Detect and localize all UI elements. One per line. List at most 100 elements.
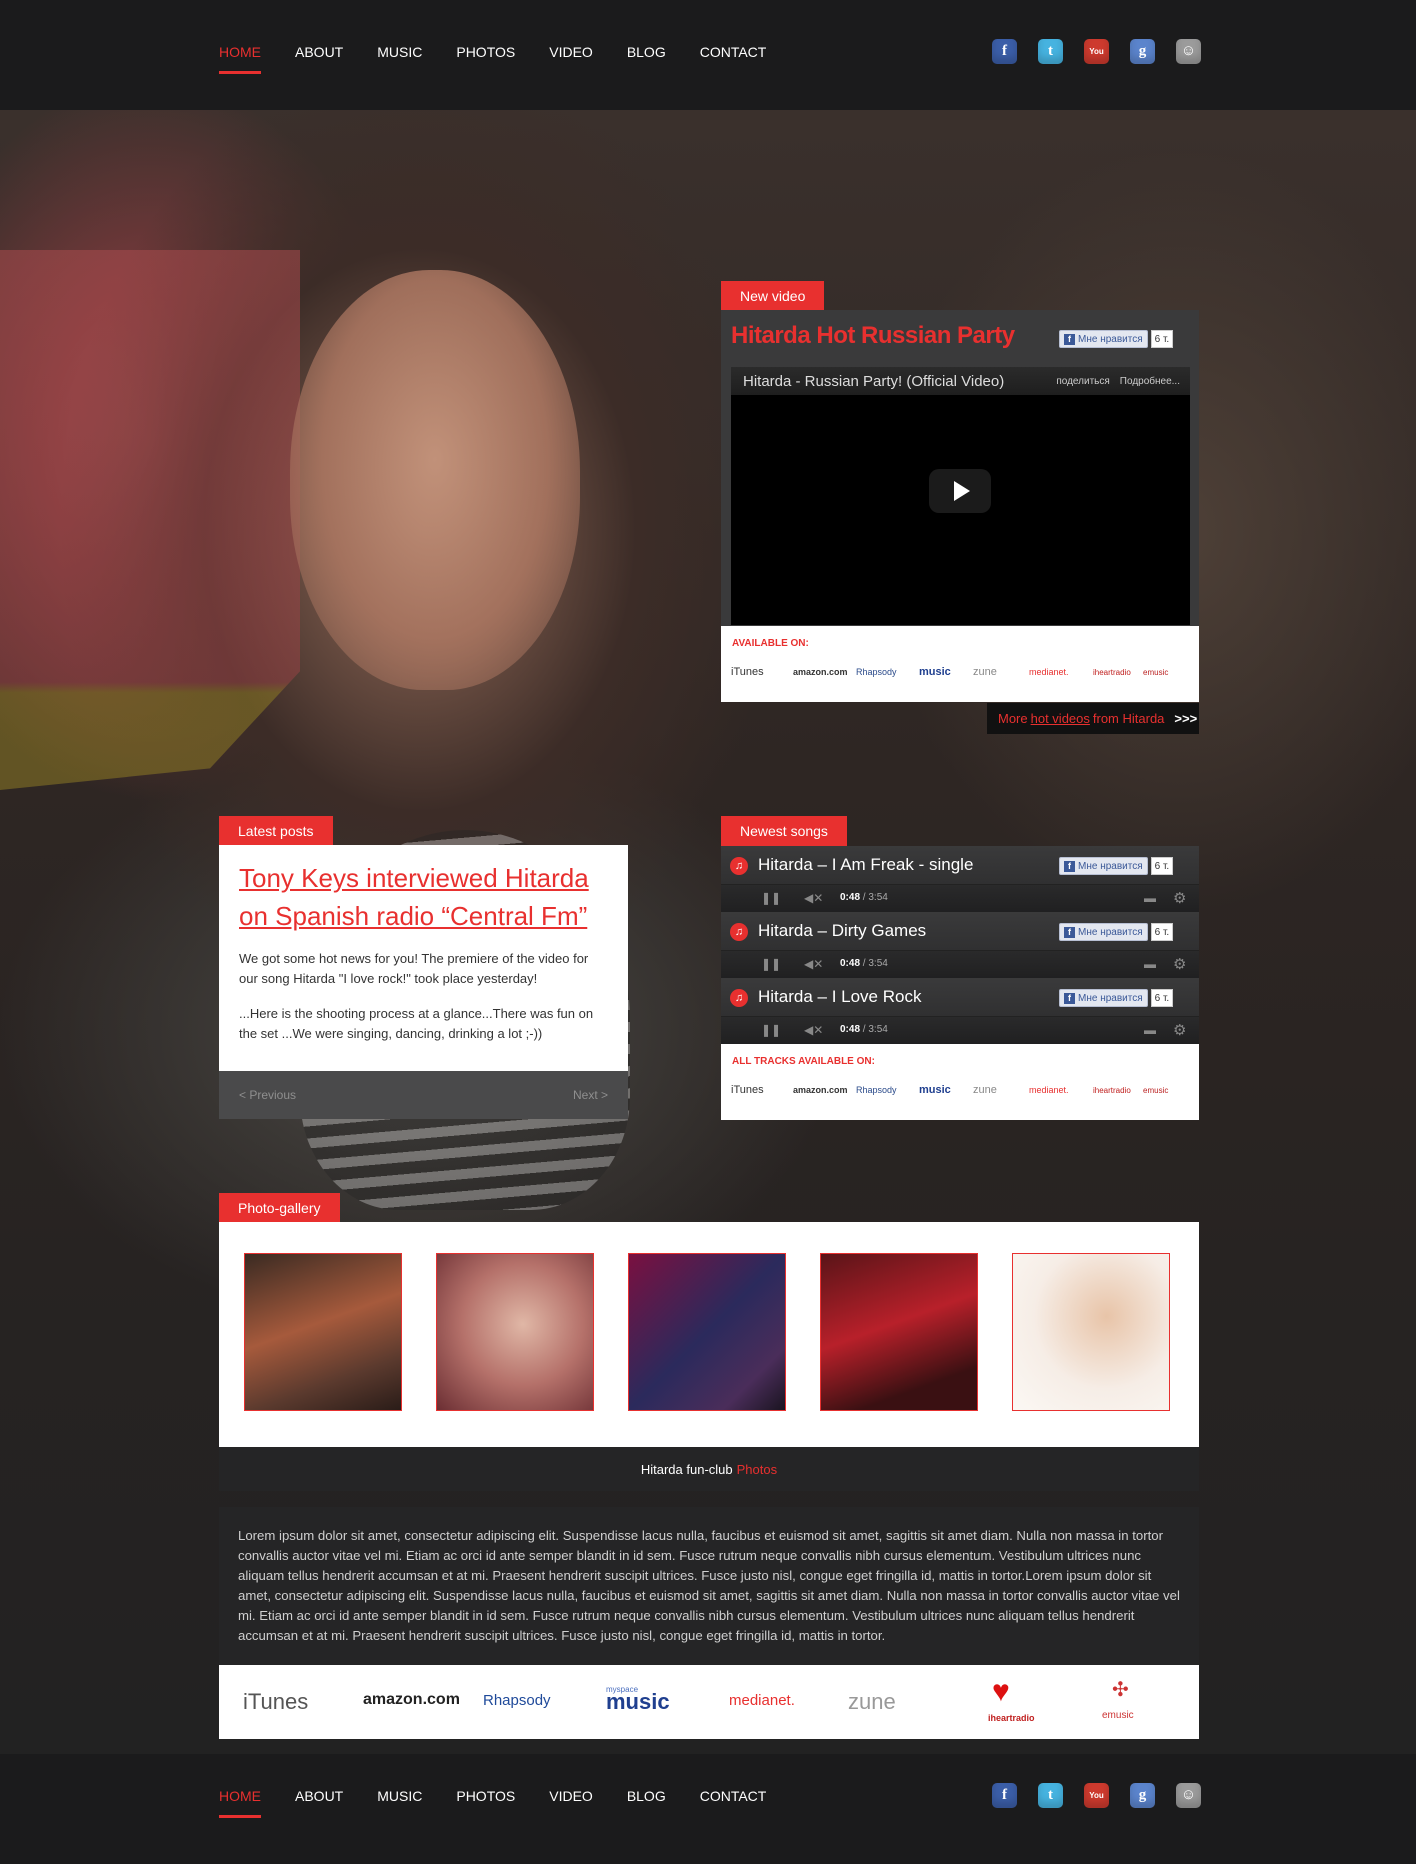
emusic-logo[interactable]: emusic (1143, 1086, 1183, 1095)
twitter-icon[interactable]: t (1038, 39, 1063, 64)
gear-icon[interactable]: ⚙ (1173, 1021, 1186, 1039)
gallery-photo[interactable] (628, 1253, 786, 1411)
rhapsody-logo[interactable]: Rhapsody (856, 1085, 919, 1095)
itunes-logo[interactable]: iTunes (731, 1084, 793, 1096)
myspace-logo[interactable]: music (919, 1084, 973, 1096)
amazon-logo[interactable]: amazon.com (363, 1691, 460, 1709)
google-icon[interactable]: g (1130, 1783, 1155, 1808)
mute-icon[interactable]: ◀✕ (804, 957, 823, 971)
player-more[interactable]: Подробнее... (1120, 376, 1180, 387)
gear-icon[interactable]: ⚙ (1173, 889, 1186, 907)
iheartradio-logo[interactable]: iheartradio (988, 1713, 1035, 1723)
pause-icon[interactable]: ❚❚ (761, 891, 781, 905)
music-note-icon[interactable]: ♫ (730, 857, 748, 875)
song-title[interactable]: Hitarda – I Am Freak - single (758, 855, 973, 875)
music-note-icon[interactable]: ♫ (730, 923, 748, 941)
facebook-icon: f (1064, 860, 1075, 872)
nav-photos[interactable]: PHOTOS (456, 44, 515, 60)
store-logos-large: iTunes amazon.com Rhapsody myspace music… (219, 1665, 1199, 1739)
itunes-logo[interactable]: iTunes (731, 666, 793, 678)
rhapsody-logo[interactable]: Rhapsody (856, 667, 919, 677)
about-text: Lorem ipsum dolor sit amet, consectetur … (219, 1507, 1199, 1665)
pause-icon[interactable]: ❚❚ (761, 957, 781, 971)
emusic-logo[interactable]: emusic (1102, 1710, 1134, 1721)
video-panel: Hitarda Hot Russian Party f Мне нравится … (721, 310, 1199, 702)
song-title[interactable]: Hitarda – Dirty Games (758, 921, 926, 941)
nav-music[interactable]: MUSIC (377, 44, 422, 60)
like-button[interactable]: f Мне нравится (1059, 923, 1148, 941)
gallery-footer: Hitarda fun-club Photos (219, 1447, 1199, 1491)
zune-logo[interactable]: zune (973, 666, 1029, 678)
nav-music[interactable]: MUSIC (377, 1788, 422, 1804)
nav-video[interactable]: VIDEO (549, 1788, 593, 1804)
gallery-photo[interactable] (244, 1253, 402, 1411)
mute-icon[interactable]: ◀✕ (804, 891, 823, 905)
nav-blog[interactable]: BLOG (627, 1788, 666, 1804)
facebook-icon[interactable]: f (992, 1783, 1017, 1808)
footer-social-links: f t You g ☺ (992, 1783, 1201, 1808)
video-player[interactable]: Hitarda - Russian Party! (Official Video… (731, 367, 1190, 625)
twitter-icon[interactable]: t (1038, 1783, 1063, 1808)
comment-icon[interactable]: ▬ (1144, 1023, 1156, 1037)
youtube-icon[interactable]: You (1084, 39, 1109, 64)
amazon-logo[interactable]: amazon.com (793, 667, 856, 677)
nav-video[interactable]: VIDEO (549, 44, 593, 60)
gear-icon[interactable]: ⚙ (1173, 955, 1186, 973)
youtube-icon[interactable]: You (1084, 1783, 1109, 1808)
rhapsody-logo[interactable]: Rhapsody (483, 1692, 551, 1709)
like-button[interactable]: f Мне нравится (1059, 989, 1148, 1007)
comment-icon[interactable]: ▬ (1144, 891, 1156, 905)
gallery-photo[interactable] (436, 1253, 594, 1411)
more-videos-bar: More hot videos from Hitarda >>> (987, 703, 1199, 734)
music-note-icon[interactable]: ♫ (730, 989, 748, 1007)
nav-contact[interactable]: CONTACT (700, 44, 767, 60)
medianet-logo[interactable]: medianet. (729, 1692, 795, 1709)
player-share[interactable]: поделиться (1056, 376, 1109, 387)
smiley-icon[interactable]: ☺ (1176, 1783, 1201, 1808)
facebook-icon[interactable]: f (992, 39, 1017, 64)
nav-contact[interactable]: CONTACT (700, 1788, 767, 1804)
myspace-logo[interactable]: music (919, 666, 973, 678)
newest-songs-tab: Newest songs (721, 816, 847, 846)
gallery-photo[interactable] (1012, 1253, 1170, 1411)
amazon-logo[interactable]: amazon.com (793, 1085, 856, 1095)
nav-about[interactable]: ABOUT (295, 44, 343, 60)
medianet-logo[interactable]: medianet. (1029, 1085, 1093, 1095)
next-link[interactable]: Next > (573, 1088, 608, 1102)
smiley-icon[interactable]: ☺ (1176, 39, 1201, 64)
nav-home[interactable]: HOME (219, 44, 261, 74)
song-time: 0:48 / 3:54 (840, 892, 888, 903)
itunes-logo[interactable]: iTunes (243, 1689, 308, 1715)
like-button[interactable]: f Мне нравится (1059, 857, 1148, 875)
main-nav: HOME ABOUT MUSIC PHOTOS VIDEO BLOG CONTA… (219, 44, 800, 74)
nav-photos[interactable]: PHOTOS (456, 1788, 515, 1804)
previous-link[interactable]: < Previous (239, 1088, 296, 1102)
video-title[interactable]: Hitarda Hot Russian Party (731, 322, 1015, 350)
iheartradio-logo[interactable]: iheartradio (1093, 668, 1143, 677)
nav-home[interactable]: HOME (219, 1788, 261, 1818)
like-button[interactable]: f Мне нравится (1059, 330, 1148, 348)
medianet-logo[interactable]: medianet. (1029, 667, 1093, 677)
available-label: AVAILABLE ON: (732, 638, 809, 649)
mute-icon[interactable]: ◀✕ (804, 1023, 823, 1037)
play-icon[interactable] (929, 469, 991, 513)
gallery-photo[interactable] (820, 1253, 978, 1411)
pause-icon[interactable]: ❚❚ (761, 1023, 781, 1037)
nav-blog[interactable]: BLOG (627, 44, 666, 60)
player-title[interactable]: Hitarda - Russian Party! (Official Video… (743, 373, 1056, 390)
comment-icon[interactable]: ▬ (1144, 957, 1156, 971)
google-icon[interactable]: g (1130, 39, 1155, 64)
zune-logo[interactable]: zune (848, 1689, 896, 1715)
emusic-logo[interactable]: emusic (1143, 668, 1183, 677)
zune-logo[interactable]: zune (973, 1084, 1029, 1096)
photo-gallery (219, 1222, 1199, 1447)
more-arrows[interactable]: >>> (1174, 711, 1197, 726)
iheartradio-logo[interactable]: iheartradio (1093, 1086, 1143, 1095)
myspace-logo[interactable]: music (606, 1689, 670, 1715)
song-title[interactable]: Hitarda – I Love Rock (758, 987, 921, 1007)
new-video-tab: New video (721, 281, 825, 311)
post-title[interactable]: Tony Keys interviewed Hitarda on Spanish… (239, 859, 609, 935)
hot-videos-link[interactable]: hot videos (1031, 711, 1090, 726)
photos-link[interactable]: Photos (737, 1462, 777, 1477)
nav-about[interactable]: ABOUT (295, 1788, 343, 1804)
